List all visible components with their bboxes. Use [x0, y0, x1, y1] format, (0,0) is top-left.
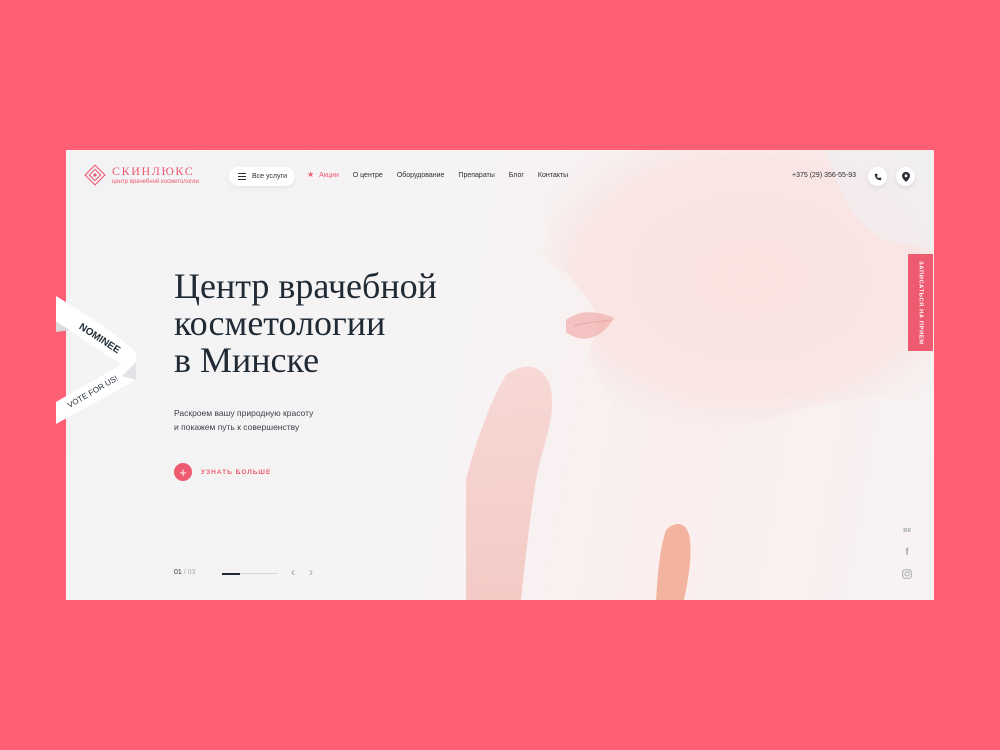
- facebook-icon: f: [905, 546, 909, 558]
- nav-item-products[interactable]: Препараты: [458, 172, 494, 179]
- site-frame: СКИНЛЮКС центр врачебной косметологии Вс…: [66, 150, 934, 600]
- hero-title-line: Центр врачебной: [174, 266, 437, 306]
- next-slide-button[interactable]: ›: [309, 566, 313, 578]
- book-appointment-label: ЗАПИСАТЬСЯ НА ПРИЕМ: [917, 260, 924, 345]
- vk-icon: вк: [903, 526, 911, 534]
- chevron-right-icon: ›: [309, 565, 313, 579]
- hero-subtitle-line: и покажем путь к совершенству: [174, 422, 300, 432]
- learn-more-button[interactable]: + УЗНАТЬ БОЛЬШЕ: [174, 463, 271, 481]
- hero-face-image: [466, 150, 934, 600]
- hero-title: Центр врачебной косметологии в Минске: [174, 268, 494, 379]
- slide-progress-fill: [222, 572, 241, 575]
- nav-label-promotions: Акции: [319, 171, 339, 179]
- all-services-button[interactable]: Все услуги: [229, 167, 295, 186]
- slide-progress-bar: [222, 572, 278, 575]
- nav-item-about[interactable]: О центре: [353, 172, 383, 179]
- plus-icon: +: [174, 463, 192, 481]
- instagram-icon: [902, 569, 912, 579]
- phone-icon: [874, 173, 881, 180]
- chevron-left-icon: ‹: [291, 565, 295, 579]
- nav-item-equipment[interactable]: Оборудование: [397, 172, 445, 179]
- slide-counter: 01 / 03: [174, 569, 195, 576]
- slide-separator: /: [183, 569, 186, 576]
- menu-icon: [238, 173, 246, 180]
- current-slide: 01: [174, 569, 182, 576]
- logo-name: СКИНЛЮКС: [112, 164, 195, 178]
- nav-item-promotions[interactable]: ★ Акции: [307, 171, 339, 179]
- nav-item-blog[interactable]: Блог: [509, 172, 524, 179]
- learn-more-label: УЗНАТЬ БОЛЬШЕ: [201, 468, 272, 476]
- logo-tagline: центр врачебной косметологии: [112, 179, 199, 185]
- nominee-ribbon-badge[interactable]: NOMINEE VOTE FOR US!: [52, 292, 142, 432]
- all-services-label: Все услуги: [252, 173, 287, 180]
- phone-number[interactable]: +375 (29) 356-55-93: [792, 172, 856, 179]
- logo[interactable]: СКИНЛЮКС центр врачебной косметологии: [84, 164, 199, 186]
- map-pin-icon: [901, 171, 910, 182]
- location-button[interactable]: [896, 167, 915, 186]
- star-icon: ★: [307, 170, 315, 179]
- main-nav: ★ Акции О центре Оборудование Препараты …: [307, 171, 568, 179]
- vk-link[interactable]: вк: [901, 524, 913, 536]
- logo-ornament-icon: [84, 164, 106, 186]
- hero-title-line: в Минске: [174, 340, 320, 380]
- prev-slide-button[interactable]: ‹: [291, 566, 295, 578]
- hero-subtitle-line: Раскроем вашу природную красоту: [174, 408, 314, 418]
- hero-title-line: косметологии: [174, 303, 386, 343]
- call-button[interactable]: [868, 167, 887, 186]
- hero-subtitle: Раскроем вашу природную красоту и покаже…: [174, 406, 313, 434]
- total-slides: 03: [187, 569, 196, 576]
- book-appointment-tab[interactable]: ЗАПИСАТЬСЯ НА ПРИЕМ: [908, 254, 933, 351]
- facebook-link[interactable]: f: [901, 546, 913, 558]
- nav-item-contacts[interactable]: Контакты: [538, 172, 568, 179]
- instagram-link[interactable]: [901, 568, 913, 580]
